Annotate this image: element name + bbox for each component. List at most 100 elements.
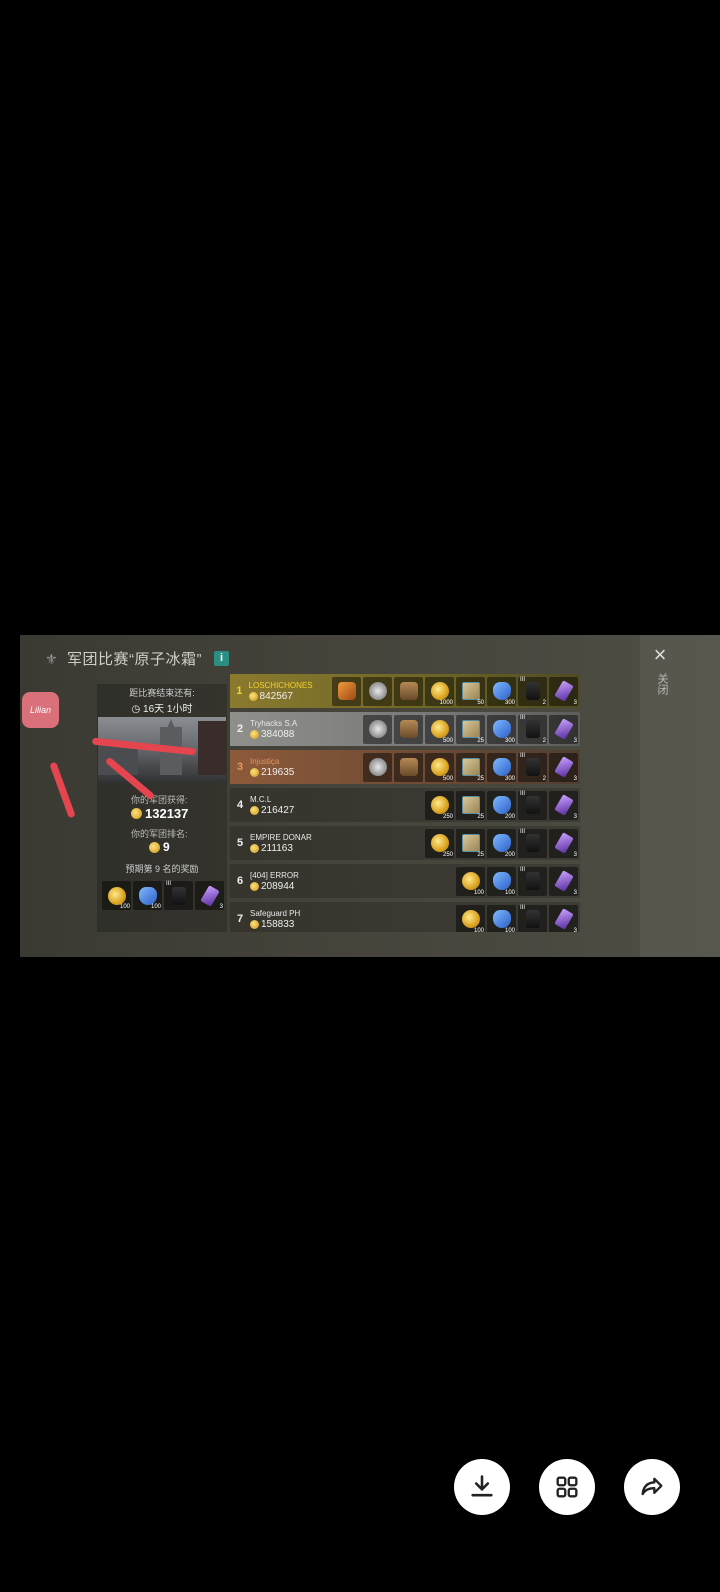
reward-item[interactable]: III 2 xyxy=(518,752,547,782)
coin-icon xyxy=(461,910,480,928)
reward-item[interactable]: 1000 xyxy=(425,676,454,706)
mask-icon xyxy=(368,682,387,700)
reward-qty: 3 xyxy=(573,889,577,896)
reward-qty: 250 xyxy=(442,813,453,820)
reward-item[interactable]: 25 xyxy=(456,714,485,744)
leaderboard-row[interactable]: 7 Safeguard PH 158833 100 100 III 3 xyxy=(230,902,580,932)
team-name: Safeguard PH xyxy=(250,908,301,918)
close-button[interactable]: × xyxy=(648,643,672,667)
reward-item[interactable]: III xyxy=(518,866,547,896)
reward-qty: 2 xyxy=(542,699,546,706)
crate-icon xyxy=(461,720,480,738)
vial-icon xyxy=(553,756,574,778)
reward-item[interactable]: 100 xyxy=(102,881,131,910)
reward-item[interactable]: III xyxy=(518,828,547,858)
reward-item[interactable]: 25 xyxy=(456,790,485,820)
vial-icon xyxy=(553,680,574,702)
game-screen: ⚜ 军团比赛“原子冰霜” i × 关闭 Lilian 距比赛结束还有: ◷ 16… xyxy=(20,635,720,957)
reward-item[interactable]: III xyxy=(518,790,547,820)
download-icon xyxy=(471,1475,493,1497)
reward-qty: 3 xyxy=(573,851,577,858)
leaderboard-row[interactable]: 1 LOSCHICHONES 842567 1000 50 300 III 2 3 xyxy=(230,674,580,708)
reward-item[interactable] xyxy=(394,714,423,744)
team-name: M.C.L xyxy=(250,794,272,804)
time-remaining-label: 距比赛结束还有: xyxy=(129,688,195,698)
reward-item[interactable]: 300 xyxy=(487,676,516,706)
reward-item[interactable]: 300 xyxy=(487,752,516,782)
reward-qty: 25 xyxy=(477,737,484,744)
leaderboard[interactable]: 1 LOSCHICHONES 842567 1000 50 300 III 2 3 2 Tryhac… xyxy=(230,674,580,932)
share-button[interactable] xyxy=(624,1459,680,1515)
points-icon xyxy=(131,808,142,819)
score-icon xyxy=(250,767,259,777)
reward-item[interactable] xyxy=(332,676,361,706)
reward-item[interactable]: III xyxy=(164,881,193,910)
reward-item[interactable]: 250 xyxy=(425,790,454,820)
reward-item[interactable]: 200 xyxy=(487,828,516,858)
reward-item[interactable] xyxy=(363,676,392,706)
leaderboard-row[interactable]: 3 Injustiça 219635 500 25 300 III 2 3 xyxy=(230,750,580,784)
reward-qty: 25 xyxy=(477,851,484,858)
team-name: LOSCHICHONES xyxy=(248,680,313,690)
reward-item[interactable]: 100 xyxy=(487,904,516,932)
reward-item[interactable]: 3 xyxy=(549,752,578,782)
reward-item[interactable]: III xyxy=(518,904,547,932)
expected-rewards: 100 100 III 3 xyxy=(102,881,227,910)
leaderboard-row[interactable]: 5 EMPIRE DONAR 211163 250 25 200 III 3 xyxy=(230,826,580,860)
reward-item[interactable]: 3 xyxy=(549,790,578,820)
reward-qty: 2 xyxy=(542,775,546,782)
reward-item[interactable]: 25 xyxy=(456,752,485,782)
reward-item[interactable]: 500 xyxy=(425,752,454,782)
reward-item[interactable]: 200 xyxy=(487,790,516,820)
grid-button[interactable] xyxy=(539,1459,595,1515)
rank-rewards: 1000 50 300 III 2 3 xyxy=(332,676,578,706)
close-label[interactable]: 关闭 xyxy=(656,673,670,695)
reward-item[interactable]: 250 xyxy=(425,828,454,858)
team-score: 208944 xyxy=(250,881,342,892)
crate-icon xyxy=(461,682,480,700)
rank-label: 你的军团排名: xyxy=(131,829,188,839)
reward-item[interactable]: 500 xyxy=(425,714,454,744)
leaderboard-row[interactable]: 6 [404] ERROR 208944 100 100 III 3 xyxy=(230,864,580,898)
reward-item[interactable]: 100 xyxy=(487,866,516,896)
flask-icon xyxy=(492,682,511,700)
reward-item[interactable]: 100 xyxy=(456,904,485,932)
reward-item[interactable] xyxy=(394,676,423,706)
reward-item[interactable]: 50 xyxy=(456,676,485,706)
reward-item[interactable]: 300 xyxy=(487,714,516,744)
reward-item[interactable]: 3 xyxy=(549,828,578,858)
info-button[interactable]: i xyxy=(214,651,229,666)
leaderboard-row[interactable]: 4 M.C.L 216427 250 25 200 III 3 xyxy=(230,788,580,822)
reward-item[interactable]: III 2 xyxy=(518,714,547,744)
reward-qty: 50 xyxy=(477,699,484,706)
reward-item[interactable]: 3 xyxy=(549,904,578,932)
suit-icon xyxy=(525,834,540,852)
reward-item[interactable]: 3 xyxy=(549,676,578,706)
coin-icon xyxy=(107,886,126,905)
reward-item[interactable]: 3 xyxy=(195,881,224,910)
tier-label: III xyxy=(520,790,526,797)
reward-item[interactable]: 100 xyxy=(456,866,485,896)
rank-rewards: 500 25 300 III 2 3 xyxy=(363,752,578,782)
reward-item[interactable]: III 2 xyxy=(518,676,547,706)
suit-icon xyxy=(525,872,540,890)
floating-app-icon[interactable]: Lilian xyxy=(22,692,59,728)
header: ⚜ 军团比赛“原子冰霜” i xyxy=(45,648,229,669)
reward-item[interactable]: 25 xyxy=(456,828,485,858)
reward-item[interactable]: 3 xyxy=(549,866,578,896)
reward-qty: 100 xyxy=(119,904,130,910)
rank-number: 7 xyxy=(236,913,244,925)
reward-item[interactable]: 3 xyxy=(549,714,578,744)
vial-icon xyxy=(553,794,574,816)
team-score-value: 211163 xyxy=(261,842,293,854)
reward-item[interactable] xyxy=(394,752,423,782)
rank-number: 5 xyxy=(236,837,244,849)
download-button[interactable] xyxy=(454,1459,510,1515)
reward-item[interactable] xyxy=(363,714,392,744)
flask-icon xyxy=(492,910,511,928)
reward-item[interactable] xyxy=(363,752,392,782)
coin-icon xyxy=(430,796,449,814)
reward-qty: 300 xyxy=(504,775,515,782)
reward-item[interactable]: 100 xyxy=(133,881,162,910)
leaderboard-row[interactable]: 2 Tryhacks S.A 384088 500 25 300 III 2 3 xyxy=(230,712,580,746)
